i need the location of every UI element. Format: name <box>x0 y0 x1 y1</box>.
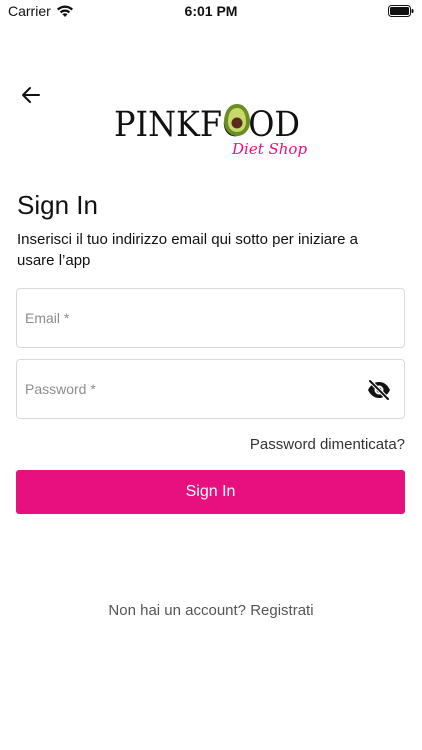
password-input[interactable] <box>25 360 355 418</box>
status-bar: Carrier 6:01 PM <box>0 0 422 24</box>
arrow-left-icon[interactable] <box>20 84 42 106</box>
pinkfood-logo: PINKFOOD Diet Shop <box>114 104 307 158</box>
forgot-password-link[interactable]: Password dimenticata? <box>250 436 405 453</box>
eye-off-icon[interactable] <box>367 379 391 401</box>
register-prompt: Non hai un account? Registrati <box>0 602 422 619</box>
sign-in-button[interactable]: Sign In <box>16 470 405 514</box>
password-field-container <box>16 359 405 419</box>
email-input[interactable] <box>25 289 355 347</box>
email-field-container <box>16 288 405 348</box>
register-link[interactable]: Registrati <box>250 602 313 619</box>
status-time: 6:01 PM <box>184 3 238 19</box>
no-account-text: Non hai un account? <box>108 602 247 619</box>
avocado-icon <box>224 104 250 136</box>
logo-brand-text: PINKFOOD <box>114 105 300 145</box>
logo-tagline-text: Diet Shop <box>231 140 307 158</box>
battery-icon <box>388 5 414 17</box>
page-title: Sign In <box>17 190 98 220</box>
page-subtitle: Inserisci il tuo indirizzo email qui sot… <box>17 231 358 269</box>
